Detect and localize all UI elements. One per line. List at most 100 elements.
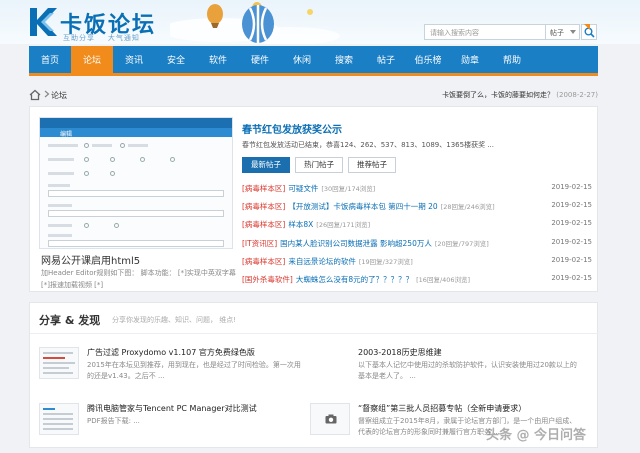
post-meta: [28回复/246浏览]	[440, 203, 495, 212]
thumb-radio	[84, 223, 89, 228]
share-item[interactable]: 广告过滤 Proxydomo v1.107 官方免费绿色版 2015年在本坛见到…	[39, 347, 309, 397]
breadcrumb-forum-link[interactable]: 论坛	[51, 90, 67, 101]
thumb-line	[43, 352, 73, 354]
nav-item-help[interactable]: 帮助	[491, 46, 533, 73]
nav-item-forum[interactable]: 论坛	[71, 46, 113, 73]
logo-slogan: 互助分享 大气通知	[63, 34, 140, 42]
thumb-radio	[110, 171, 115, 176]
nav-item-security[interactable]: 安全	[155, 46, 197, 73]
nav-item-leisure[interactable]: 休闲	[281, 46, 323, 73]
nav-item-search[interactable]: 搜索	[323, 46, 365, 73]
thumb-radio	[140, 157, 145, 162]
camera-icon	[325, 414, 337, 424]
thumb-line	[48, 224, 72, 227]
post-category[interactable]: [病毒样本区]	[242, 220, 285, 229]
tab-recommended-posts[interactable]: 推荐帖子	[348, 157, 396, 173]
thumb-radio	[110, 157, 115, 162]
post-date: 2019-02-15	[551, 201, 592, 210]
nav-item-medals[interactable]: 勋章	[449, 46, 491, 73]
share-title: 分享 & 发现	[39, 314, 101, 327]
share-item-title[interactable]: 腾讯电脑管家与Tencent PC Manager对比测试	[87, 403, 257, 414]
main-nav: 首页 论坛 资讯 安全 软件 硬件 休闲 搜索 帖子 伯乐榜 勋章 帮助	[29, 46, 598, 73]
share-item[interactable]: 2003-2018历史思维建 以下基本人记忆中使用过的杀软防护软件，认识安装使用…	[310, 347, 580, 397]
balloon-decoration	[170, 2, 340, 44]
list-item: [病毒样本区] 可疑文件 [30回复/174浏览] 2019-02-15	[242, 183, 592, 201]
post-meta: [19回复/327浏览]	[358, 257, 413, 266]
share-item-thumbnail	[310, 403, 350, 435]
share-item[interactable]: 腾讯电脑管家与Tencent PC Manager对比测试 PDF报告下载: .…	[39, 403, 309, 453]
post-list: [病毒样本区] 可疑文件 [30回复/174浏览] 2019-02-15 [病毒样本区…	[242, 183, 592, 292]
post-title[interactable]: 来自远景论坛的软件	[288, 257, 356, 266]
thumb-titlebar	[40, 118, 232, 128]
announcement-date: (2008-2-27)	[556, 91, 598, 99]
home-icon[interactable]	[29, 89, 41, 101]
share-item-title[interactable]: 广告过滤 Proxydomo v1.107 官方免费绿色版	[87, 347, 255, 358]
post-date: 2019-02-15	[551, 219, 592, 228]
thumb-line	[128, 144, 148, 147]
post-category[interactable]: [病毒样本区]	[242, 184, 285, 193]
watermark: 头条 @ 今日问答	[486, 428, 587, 443]
share-item-title[interactable]: “督察组”第三批人员招募专帖（全新申请要求）	[358, 403, 526, 414]
post-title[interactable]: 样本8X	[288, 220, 313, 229]
thumb-line	[43, 367, 69, 369]
share-item-title[interactable]: 2003-2018历史思维建	[358, 347, 442, 358]
nav-item-home[interactable]: 首页	[29, 46, 71, 73]
share-item-thumbnail	[39, 347, 79, 379]
nav-item-hardware[interactable]: 硬件	[239, 46, 281, 73]
share-subtitle: 分享你发现的乐趣、知识、问题， 维点!	[112, 316, 237, 324]
post-tabs: 最新帖子 热门帖子 推荐帖子	[242, 157, 396, 173]
post-title[interactable]: 可疑文件	[288, 184, 318, 193]
divider	[30, 333, 599, 334]
thumb-line	[43, 428, 73, 430]
thumb-line	[43, 423, 73, 425]
thumb-app-label: 编辑	[60, 131, 73, 138]
post-category[interactable]: [病毒样本区]	[242, 257, 285, 266]
post-meta: [20回复/797浏览]	[434, 239, 489, 248]
nav-item-software[interactable]: 软件	[197, 46, 239, 73]
post-category[interactable]: [国外杀毒软件]	[242, 275, 293, 284]
tab-hot-posts[interactable]: 热门帖子	[295, 157, 343, 173]
tab-latest-posts[interactable]: 最新帖子	[242, 157, 290, 173]
post-date: 2019-02-15	[551, 183, 592, 191]
thumbnail-title[interactable]: 网易公开课启用html5	[41, 252, 140, 267]
post-title[interactable]: 【开放测试】卡饭病毒样本包 第四十一期 20	[288, 202, 437, 211]
thumb-input	[48, 240, 224, 247]
thumb-radio	[114, 223, 119, 228]
list-item: [国外杀毒软件] 大蜘蛛怎么没有8元的了？？？？？ [16回复/406浏览] 2019…	[242, 274, 592, 292]
post-date: 2019-02-15	[551, 273, 592, 282]
post-title[interactable]: 国内某人脸识别公司数据泄露 影响超250万人	[280, 239, 432, 248]
thumb-radio	[170, 157, 175, 162]
search-button[interactable]	[581, 24, 597, 40]
search-type-select[interactable]: 帖子	[546, 24, 580, 40]
featured-panel: 编辑 网易公开课启用html5 加Header Editor规则如下图： 脚本功…	[29, 106, 598, 292]
nav-item-ranking[interactable]: 伯乐榜	[407, 46, 449, 73]
site-header: 卡饭论坛 互助分享 大气通知 请输入搜索内容 帖子	[0, 0, 640, 44]
logo-k-icon	[30, 8, 57, 36]
thumb-input	[48, 190, 224, 197]
post-meta: [30回复/174浏览]	[321, 185, 376, 193]
post-date: 2019-02-15	[551, 237, 592, 246]
thumb-line	[48, 172, 74, 175]
post-meta: [16回复/406浏览]	[416, 275, 471, 284]
featured-thumbnail[interactable]: 编辑	[39, 117, 233, 249]
share-item-desc: PDF报告下载: ...	[87, 417, 140, 425]
post-category[interactable]: [IT资讯区]	[242, 239, 277, 248]
nav-item-news[interactable]: 资讯	[113, 46, 155, 73]
post-title[interactable]: 大蜘蛛怎么没有8元的了？？？？？	[296, 275, 413, 284]
search-input[interactable]: 请输入搜索内容	[424, 24, 546, 40]
post-category[interactable]: [病毒样本区]	[242, 202, 285, 211]
announcement[interactable]: 卡饭要倒了么，卡饭的藤要如何走？ (2008-2-27)	[442, 90, 598, 100]
breadcrumb: 论坛 卡饭要倒了么，卡饭的藤要如何走？ (2008-2-27)	[29, 86, 598, 106]
thumb-line	[92, 144, 112, 147]
nav-accent-stripe	[29, 73, 598, 76]
announcement-text: 卡饭要倒了么，卡饭的藤要如何走？	[442, 91, 555, 99]
nav-item-posts[interactable]: 帖子	[365, 46, 407, 73]
featured-title[interactable]: 春节红包发放获奖公示	[242, 121, 342, 136]
thumb-line	[43, 357, 65, 359]
thumb-line	[43, 408, 55, 410]
thumb-line	[48, 234, 72, 237]
thumb-line	[48, 204, 72, 207]
list-item: [病毒样本区] 样本8X [26回复/171浏览] 2019-02-15	[242, 219, 592, 237]
thumb-line	[48, 158, 74, 161]
thumb-radio	[84, 157, 89, 162]
